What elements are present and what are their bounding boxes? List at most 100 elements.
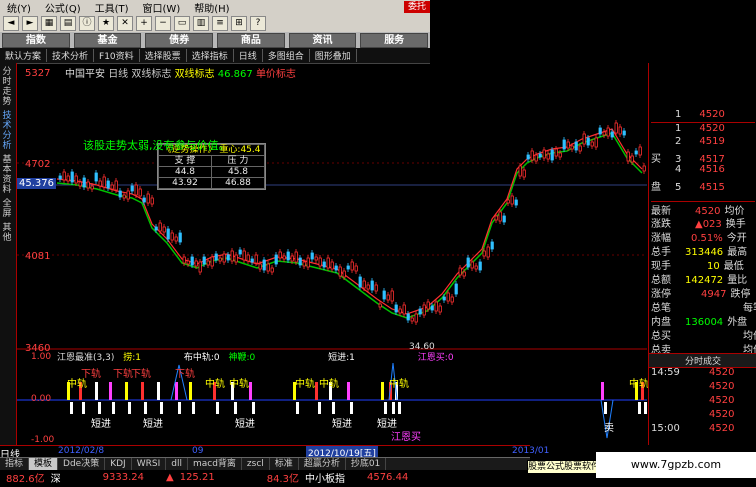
candle-body bbox=[382, 290, 386, 300]
indicator-bar bbox=[398, 402, 401, 414]
nav-bond[interactable]: 债券 bbox=[145, 32, 214, 48]
candle-body bbox=[86, 181, 90, 189]
func-select-stock[interactable]: 选择股票 bbox=[140, 49, 187, 62]
tab-template[interactable]: 模板 bbox=[29, 458, 59, 470]
tab-dde[interactable]: Dde决策 bbox=[58, 458, 106, 470]
candle-body bbox=[282, 255, 286, 260]
candle-body bbox=[154, 226, 158, 231]
toolbar: ◄ ► ▦ ▤ ⓘ ★ ✕ + − ▭ ▥ ≡ ⊞ ? bbox=[0, 14, 430, 32]
resistance-col: 压 力 bbox=[210, 155, 266, 167]
xia-label: 下轨 bbox=[175, 369, 195, 380]
back-icon[interactable]: ◄ bbox=[3, 15, 19, 31]
func-multi-chart[interactable]: 多图组合 bbox=[263, 49, 310, 62]
trade-logo[interactable]: 委托 bbox=[403, 1, 430, 13]
duan-label: 短进 bbox=[143, 419, 163, 430]
func-overlay[interactable]: 图形叠加 bbox=[310, 49, 357, 62]
left-tabs: 分时走势 技术分析 基本资料 全屏 其他 bbox=[0, 63, 17, 445]
nav-index[interactable]: 指数 bbox=[2, 32, 70, 48]
candle-body bbox=[550, 149, 554, 161]
zhong-label: 中轨 bbox=[319, 379, 339, 390]
help-icon[interactable]: ? bbox=[250, 15, 266, 31]
candle-body bbox=[306, 257, 310, 268]
candle-body bbox=[466, 257, 470, 268]
tab-super[interactable]: 超赢分析 bbox=[299, 458, 346, 470]
candle-body bbox=[458, 267, 462, 276]
indicator-bar bbox=[644, 402, 647, 414]
window-icon[interactable]: ▭ bbox=[174, 15, 190, 31]
table-icon[interactable]: ⊞ bbox=[231, 15, 247, 31]
nav-news[interactable]: 资讯 bbox=[288, 32, 357, 48]
nav-service[interactable]: 服务 bbox=[360, 32, 429, 48]
candle-body bbox=[478, 261, 482, 271]
func-select-indicator[interactable]: 选择指标 bbox=[187, 49, 234, 62]
zoom-in-icon[interactable]: + bbox=[136, 15, 152, 31]
list-icon[interactable]: ≡ bbox=[212, 15, 228, 31]
candle-body bbox=[162, 226, 166, 233]
ind-y-bottom: -1.00 bbox=[31, 435, 55, 445]
marker-3: 单价标志 bbox=[255, 69, 296, 80]
vtab-tech[interactable]: 技术分析 bbox=[0, 111, 14, 151]
buy-row: 盘 5 4515 bbox=[651, 178, 725, 193]
close-icon[interactable]: ✕ bbox=[117, 15, 133, 31]
kline-chart[interactable]: 中国平安 日线 双线标志 双线标志 46.867 单价标志 5327 4702 … bbox=[17, 63, 649, 445]
func-tech-analysis[interactable]: 技术分析 bbox=[47, 49, 95, 62]
tab-macd[interactable]: macd背离 bbox=[188, 458, 242, 470]
tab-kdj[interactable]: KDJ bbox=[105, 458, 132, 470]
ticker-item: 125.21 bbox=[179, 471, 215, 483]
candle-body bbox=[350, 261, 354, 271]
ind-item-1: 捞:1 bbox=[123, 353, 141, 363]
vtab-fullscreen[interactable]: 全屏 bbox=[0, 199, 14, 219]
menu-item-window[interactable]: 窗口(W) bbox=[136, 0, 188, 15]
chart-icon[interactable]: ▦ bbox=[41, 15, 57, 31]
ticker-item: 4576.44 bbox=[366, 471, 409, 483]
vtab-basic[interactable]: 基本资料 bbox=[0, 155, 14, 195]
buy-level: 5 bbox=[675, 182, 682, 193]
grid-icon[interactable]: ▤ bbox=[60, 15, 76, 31]
vtab-intraday[interactable]: 分时走势 bbox=[0, 67, 14, 107]
sell-marker: 卖 bbox=[604, 423, 614, 434]
vtab-other[interactable]: 其他 bbox=[0, 223, 14, 243]
candle-body bbox=[494, 215, 498, 221]
tick-price: 4520 bbox=[709, 367, 735, 378]
candle-body bbox=[258, 263, 262, 270]
candle-body bbox=[138, 188, 142, 197]
func-daily[interactable]: 日线 bbox=[234, 49, 263, 62]
nav-fund[interactable]: 基金 bbox=[73, 32, 142, 48]
tab-indicator[interactable]: 指标 bbox=[0, 458, 30, 470]
candle-body bbox=[598, 127, 602, 135]
candle-body bbox=[586, 137, 590, 146]
zoom-out-icon[interactable]: − bbox=[155, 15, 171, 31]
jiang-label: 江恩买 bbox=[391, 432, 421, 443]
candle-body bbox=[410, 317, 414, 322]
menu-item-formula[interactable]: 公式(Q) bbox=[38, 0, 88, 15]
candle-body bbox=[610, 131, 614, 138]
candle-body bbox=[502, 215, 506, 223]
indicator-bar bbox=[604, 402, 607, 414]
menu-item-tools[interactable]: 工具(T) bbox=[88, 0, 136, 15]
candle-body bbox=[390, 290, 394, 302]
menu-item-system[interactable]: 统(Y) bbox=[0, 0, 38, 15]
indicator-bar bbox=[332, 402, 335, 414]
candle-body bbox=[234, 254, 238, 263]
forward-icon[interactable]: ► bbox=[22, 15, 38, 31]
tab-zscl[interactable]: zscl bbox=[242, 458, 270, 470]
ticks-title[interactable]: 分时成交 bbox=[649, 353, 756, 368]
tab-standard[interactable]: 标准 bbox=[270, 458, 299, 470]
buy-price: 4520 bbox=[699, 123, 725, 134]
menu-item-help[interactable]: 帮助(H) bbox=[187, 0, 236, 15]
info-icon[interactable]: ⓘ bbox=[79, 15, 95, 31]
candle-body bbox=[334, 265, 338, 271]
tab-dll[interactable]: dll bbox=[166, 458, 188, 470]
xia-label: 下轨 bbox=[81, 369, 101, 380]
candle-body bbox=[318, 257, 322, 267]
tab-wrsi[interactable]: WRSI bbox=[132, 458, 167, 470]
func-f10[interactable]: F10资料 bbox=[94, 49, 140, 62]
indicator-bar bbox=[144, 402, 147, 414]
candle-body bbox=[286, 251, 290, 261]
candle-body bbox=[58, 175, 62, 180]
tile-icon[interactable]: ▥ bbox=[193, 15, 209, 31]
tab-bottom[interactable]: 抄底01 bbox=[346, 458, 387, 470]
func-default-scheme[interactable]: 默认方案 bbox=[0, 49, 48, 62]
star-icon[interactable]: ★ bbox=[98, 15, 114, 31]
nav-commodity[interactable]: 商品 bbox=[217, 32, 285, 48]
